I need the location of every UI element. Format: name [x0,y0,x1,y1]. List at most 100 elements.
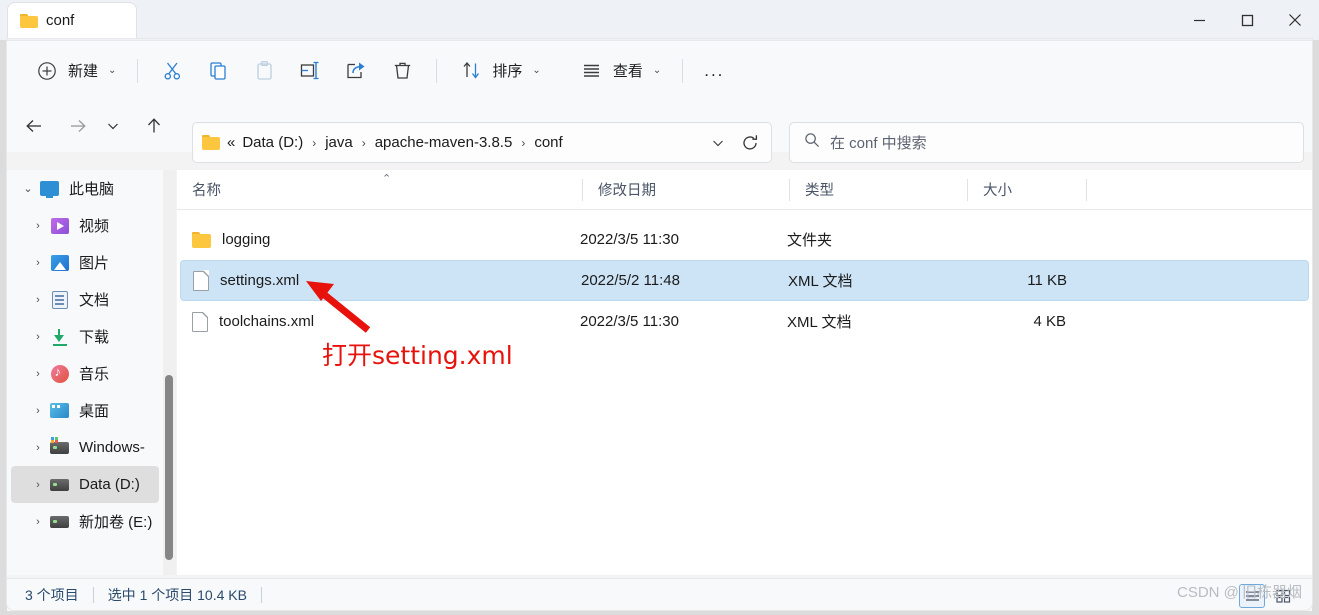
status-separator [92,587,94,603]
chevron-right-icon[interactable]: › [27,331,49,343]
video-icon [49,215,70,236]
folder-icon [202,135,220,150]
sidebar-item-windows-drive[interactable]: › Windows- [11,429,159,466]
share-icon [343,58,369,84]
large-icons-view-button[interactable] [1270,584,1296,608]
column-header-type[interactable]: 类型 [790,170,968,210]
column-header-date[interactable]: 修改日期 [583,170,790,210]
sidebar-item-label: 视频 [79,218,110,235]
address-bar[interactable]: « Data (D:) › java › apache-maven-3.8.5 … [192,122,772,163]
sidebar-item-label: Windows- [79,439,145,456]
sidebar-item-documents[interactable]: › 文档 [11,281,159,318]
chevron-right-icon[interactable]: › [27,442,49,454]
sidebar-item-this-pc[interactable]: ⌄ 此电脑 [11,170,159,207]
chevron-down-icon[interactable]: ⌄ [17,182,39,195]
file-name: settings.xml [220,272,300,289]
sidebar-item-label: Data (D:) [79,476,140,493]
up-button[interactable] [137,109,171,143]
file-name: logging [222,231,271,248]
sidebar-item-label: 图片 [79,255,110,272]
breadcrumb-item-3[interactable]: conf [530,131,566,154]
chevron-right-icon[interactable]: › [27,368,49,380]
view-lines-icon [579,58,605,84]
close-button[interactable] [1271,0,1319,40]
downloads-icon [49,326,70,347]
toolbar-separator-2 [436,58,438,83]
search-icon [804,132,820,153]
search-box[interactable]: 在 conf 中搜索 [789,122,1304,163]
chevron-right-icon[interactable]: › [27,257,49,269]
table-row[interactable]: logging 2022/3/5 11:30 文件夹 [180,219,1309,260]
recent-locations-button[interactable] [99,109,127,143]
sidebar-scrollbar-thumb[interactable] [165,375,173,560]
sidebar-item-label: 新加卷 (E:) [79,514,153,531]
back-button[interactable] [17,109,51,143]
breadcrumb-item-0[interactable]: Data (D:) [238,131,307,154]
status-separator-2 [260,587,262,603]
item-count-label: 3 个项目 [25,587,79,603]
chevron-down-icon: ⌄ [652,65,662,76]
sort-button-label: 排序 [492,63,523,80]
forward-button[interactable] [61,109,95,143]
command-bar: 新建 ⌄ 排序 ⌄ 查看 ⌄ ... [7,40,1312,100]
breadcrumb-item-1[interactable]: java [321,131,357,154]
drive-icon [49,474,70,495]
desktop-icon [49,400,70,421]
refresh-button[interactable] [733,134,767,152]
table-row[interactable]: toolchains.xml 2022/3/5 11:30 XML 文档 4 K… [180,301,1309,342]
breadcrumb-chevron-icon[interactable]: › [516,136,530,150]
rename-button[interactable] [287,53,333,89]
address-dropdown-button[interactable] [703,136,733,150]
sort-button[interactable]: 排序 ⌄ [448,53,550,89]
chevron-right-icon[interactable]: › [27,516,49,528]
music-icon [49,363,70,384]
breadcrumb-overflow[interactable]: « [227,134,238,151]
breadcrumb-item-2[interactable]: apache-maven-3.8.5 [371,131,517,154]
file-list-pane: 名称 ⌃ 修改日期 类型 大小 logging 2022/3/5 11:30 文… [177,170,1312,575]
sidebar-item-data-d[interactable]: › Data (D:) [11,466,159,503]
chevron-right-icon[interactable]: › [27,405,49,417]
copy-icon [205,58,231,84]
folder-icon [192,231,211,248]
cut-button[interactable] [149,53,195,89]
folder-icon [20,13,38,28]
details-view-button[interactable] [1239,583,1265,608]
sidebar-item-pictures[interactable]: › 图片 [11,244,159,281]
breadcrumb-chevron-icon[interactable]: › [357,136,371,150]
file-date-cell: 2022/3/5 11:30 [580,231,679,248]
minimize-button[interactable] [1175,0,1223,40]
tab-conf[interactable]: conf [7,2,137,38]
scissors-icon [159,58,185,84]
column-header-size[interactable]: 大小 [968,170,1087,210]
column-header-name[interactable]: 名称 ⌃ [177,170,583,210]
chevron-right-icon[interactable]: › [27,479,49,491]
table-row[interactable]: settings.xml 2022/5/2 11:48 XML 文档 11 KB [180,260,1309,301]
new-button[interactable]: 新建 ⌄ [24,53,126,89]
sidebar-item-desktop[interactable]: › 桌面 [11,392,159,429]
window-border-bottom [0,611,1319,615]
more-options-button[interactable]: ... [694,53,734,89]
paste-button[interactable] [241,53,287,89]
sidebar-item-downloads[interactable]: › 下载 [11,318,159,355]
delete-button[interactable] [379,53,425,89]
column-divider[interactable] [1086,178,1087,201]
sidebar-item-new-volume-e[interactable]: › 新加卷 (E:) [11,503,159,540]
view-button-label: 查看 [612,63,643,80]
chevron-right-icon[interactable]: › [27,294,49,306]
file-icon [192,311,208,332]
share-button[interactable] [333,53,379,89]
sidebar-item-music[interactable]: › 音乐 [11,355,159,392]
file-name: toolchains.xml [219,313,315,330]
maximize-button[interactable] [1223,0,1271,40]
file-name-cell: logging [180,231,580,248]
chevron-down-icon: ⌄ [108,65,117,76]
pictures-icon [49,252,70,273]
copy-button[interactable] [195,53,241,89]
breadcrumb-chevron-icon[interactable]: › [307,136,321,150]
window-controls [1175,0,1319,40]
view-button[interactable]: 查看 ⌄ [569,53,671,89]
sidebar-item-videos[interactable]: › 视频 [11,207,159,244]
view-mode-toggles [1239,579,1296,612]
chevron-right-icon[interactable]: › [27,220,49,232]
trash-icon [389,58,415,84]
